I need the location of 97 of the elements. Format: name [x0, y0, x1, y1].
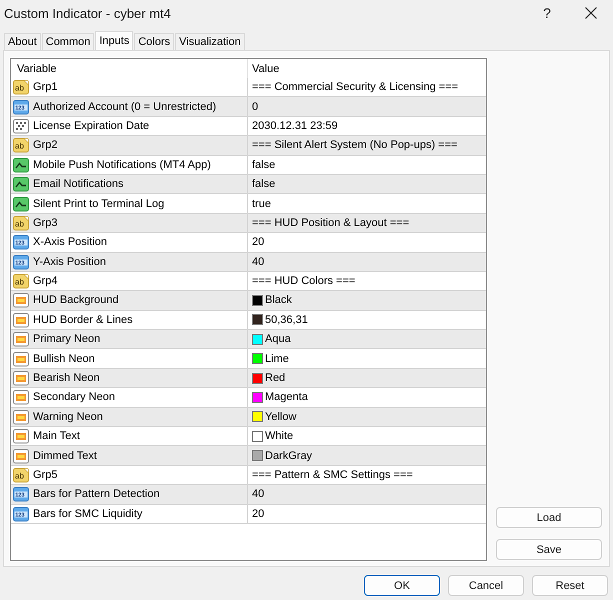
parameter-value: Magenta: [265, 391, 308, 404]
close-icon: [585, 7, 597, 19]
save-button[interactable]: Save: [496, 539, 602, 560]
parameter-value: 0: [252, 100, 258, 113]
parameter-value: Black: [265, 294, 292, 306]
calendar-icon: [13, 118, 29, 134]
parameter-name: HUD Border & Lines: [33, 314, 133, 326]
reset-button[interactable]: Reset: [532, 575, 608, 596]
parameter-name: Dimmed Text: [33, 450, 97, 462]
parameter-row[interactable]: ab Grp5 === Pattern & SMC Settings ===: [11, 466, 486, 486]
parameter-name: Mobile Push Notifications (MT4 App): [33, 158, 211, 171]
parameter-value: Red: [265, 372, 286, 384]
tab[interactable]: About: [4, 33, 41, 50]
window-title: Custom Indicator - cyber mt4: [4, 6, 171, 20]
parameter-name: Bars for Pattern Detection: [33, 488, 160, 500]
parameter-value: === HUD Colors ===: [252, 275, 356, 288]
parameter-row[interactable]: Primary Neon Aqua: [11, 330, 486, 350]
parameter-value: DarkGray: [265, 450, 312, 462]
tab[interactable]: Common: [42, 33, 94, 50]
tab[interactable]: Colors: [134, 33, 174, 50]
tab[interactable]: Visualization: [175, 33, 245, 50]
parameter-name: Grp1: [33, 81, 58, 94]
parameter-name: Grp4: [33, 275, 58, 288]
parameter-name: Primary Neon: [33, 333, 100, 346]
text-type-icon: ab: [13, 214, 29, 231]
text-type-icon: ab: [13, 467, 29, 483]
parameter-row[interactable]: HUD Border & Lines 50,36,31: [11, 310, 486, 330]
parameter-row[interactable]: Bearish Neon Red: [11, 368, 486, 388]
help-button[interactable]: ?: [541, 4, 553, 22]
parameter-name: Grp5: [33, 469, 58, 481]
parameter-row[interactable]: Email Notifications false: [11, 174, 486, 194]
parameter-row[interactable]: Silent Print to Terminal Log true: [11, 194, 486, 214]
cancel-button[interactable]: Cancel: [448, 575, 524, 596]
parameter-row[interactable]: HUD Background Black: [11, 291, 486, 311]
color-type-icon: [13, 370, 29, 386]
parameter-name: License Expiration Date: [33, 120, 150, 132]
tab[interactable]: Inputs: [95, 31, 134, 50]
parameter-value: 40: [252, 256, 264, 268]
toggle-type-icon: [13, 176, 29, 192]
parameter-name: Grp2: [33, 139, 58, 152]
parameter-value: false: [252, 178, 276, 190]
parameter-value: true: [252, 198, 271, 210]
parameter-value: Lime: [265, 352, 289, 365]
parameter-value: Aqua: [265, 333, 291, 346]
parameter-name: Secondary Neon: [33, 391, 115, 404]
color-type-icon: [13, 292, 29, 308]
color-type-icon: [13, 350, 29, 367]
parameter-name: Bearish Neon: [33, 372, 100, 384]
parameter-value: === Silent Alert System (No Pop-ups) ===: [252, 139, 458, 152]
parameter-value: 20: [252, 508, 264, 520]
text-type-icon: ab: [13, 79, 29, 96]
parameter-row[interactable]: Dimmed Text DarkGray: [11, 446, 486, 466]
parameter-name: Authorized Account (0 = Unrestricted): [33, 100, 216, 113]
parameter-value: === Commercial Security & Licensing ===: [252, 81, 458, 94]
parameter-name: Email Notifications: [33, 178, 124, 190]
parameter-value: 50,36,31: [265, 314, 308, 326]
parameter-name: Warning Neon: [33, 410, 103, 423]
parameter-value: === HUD Position & Layout ===: [252, 216, 410, 229]
parameter-row[interactable]: Main Text White: [11, 427, 486, 446]
parameter-name: HUD Background: [33, 294, 119, 306]
toggle-type-icon: [13, 156, 29, 173]
parameter-name: X-Axis Position: [33, 236, 107, 248]
parameter-row[interactable]: License Expiration Date 2030.12.31 23:59: [11, 116, 486, 136]
color-type-icon: [13, 448, 29, 464]
parameter-value: 20: [252, 236, 264, 248]
toggle-type-icon: [13, 196, 29, 212]
text-type-icon: ab: [13, 273, 29, 290]
parameter-value: === Pattern & SMC Settings ===: [252, 469, 413, 481]
parameter-value: 2030.12.31 23:59: [252, 120, 338, 132]
color-type-icon: [13, 312, 29, 328]
parameter-value: Yellow: [265, 410, 296, 423]
parameter-row[interactable]: Secondary Neon Magenta: [11, 388, 486, 408]
text-type-icon: ab: [13, 137, 29, 154]
parameter-row[interactable]: ab Grp4 === HUD Colors ===: [11, 272, 486, 292]
parameter-row[interactable]: Warning Neon Yellow: [11, 408, 486, 428]
color-type-icon: [13, 389, 29, 406]
color-type-icon: [13, 408, 29, 425]
parameter-name: Bars for SMC Liquidity: [33, 508, 142, 520]
parameter-row[interactable]: ab Grp1 === Commercial Security & Licensing ===: [11, 78, 486, 98]
parameter-name: Grp3: [33, 216, 58, 229]
parameter-value: 40: [252, 488, 264, 500]
color-type-icon: [13, 331, 29, 348]
parameter-value: White: [265, 430, 294, 442]
column-header[interactable]: Value: [248, 59, 486, 78]
parameter-row[interactable]: Bullish Neon Lime: [11, 349, 486, 369]
close-button[interactable]: [585, 7, 597, 19]
ok-button[interactable]: OK: [364, 575, 440, 596]
parameter-name: Bullish Neon: [33, 352, 95, 365]
parameter-row[interactable]: ab Grp2 === Silent Alert System (No Pop-ups) ===: [11, 136, 486, 156]
parameter-name: Main Text: [33, 430, 80, 442]
parameter-name: Y-Axis Position: [33, 256, 106, 268]
parameter-value: false: [252, 158, 276, 171]
parameter-row[interactable]: ab Grp3 === HUD Position & Layout ===: [11, 214, 486, 234]
color-type-icon: [13, 428, 29, 444]
load-button[interactable]: Load: [496, 507, 602, 528]
parameter-row[interactable]: Mobile Push Notifications (MT4 App) false: [11, 156, 486, 175]
parameter-name: Silent Print to Terminal Log: [33, 198, 164, 210]
